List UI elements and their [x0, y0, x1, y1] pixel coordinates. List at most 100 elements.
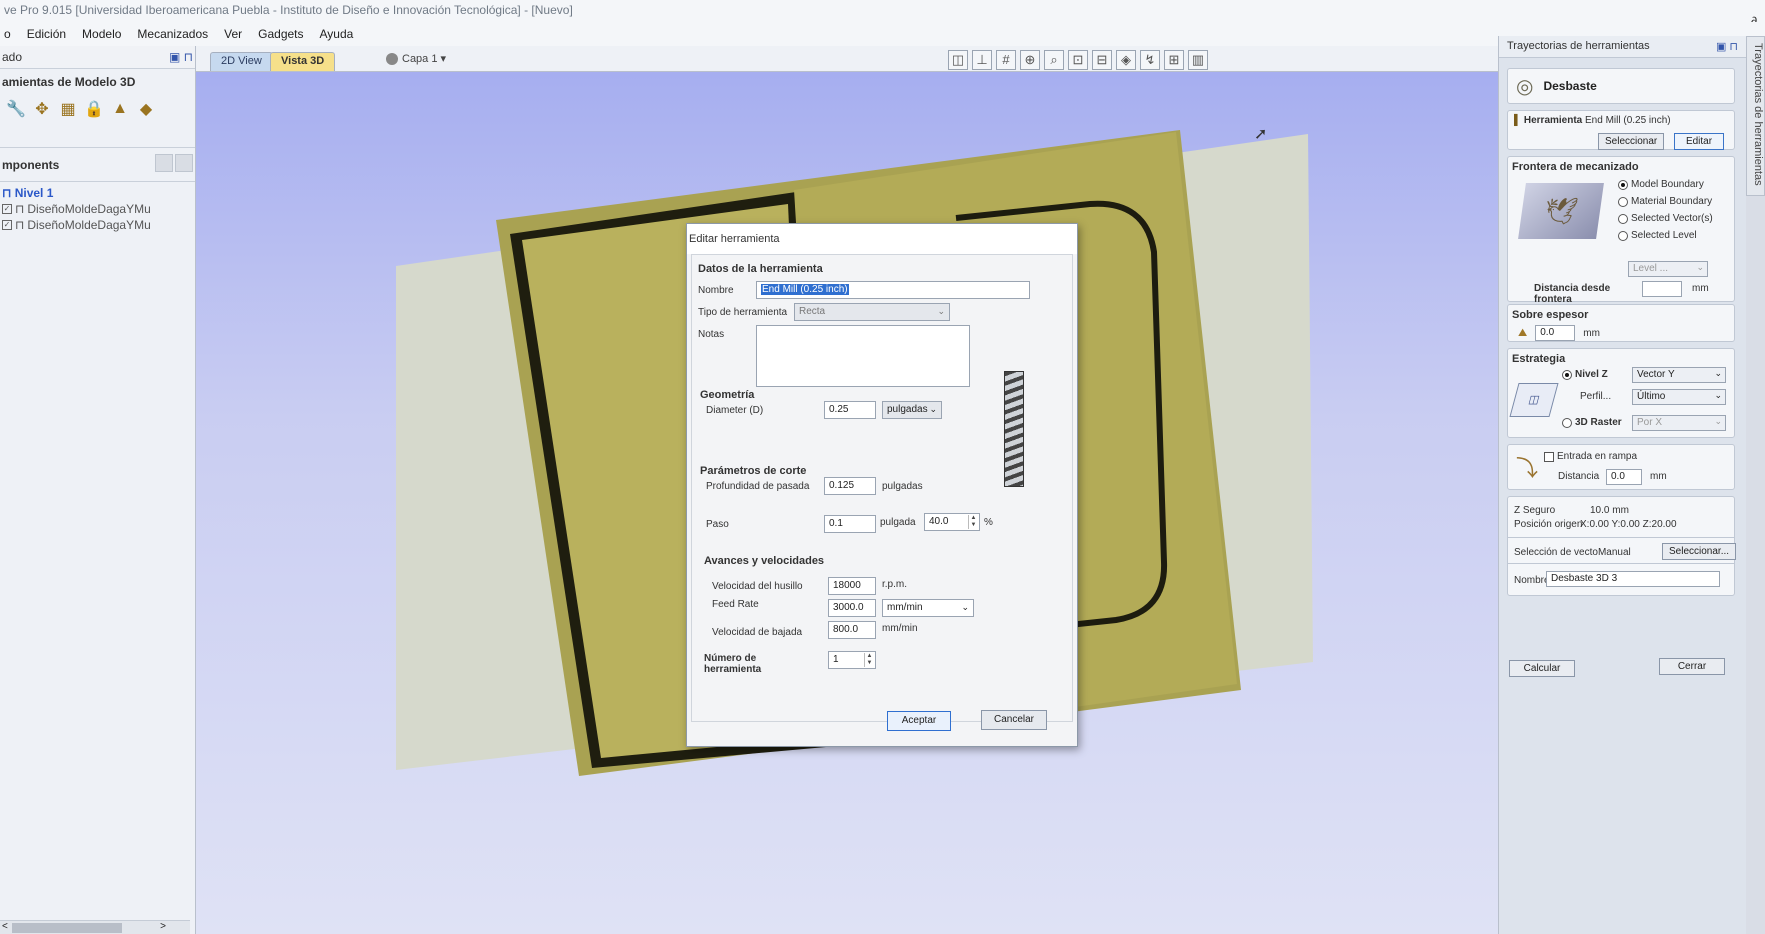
tool-name-input[interactable]: End Mill (0.25 inch): [756, 281, 1030, 299]
radio-label: Selected Vector(s): [1631, 213, 1713, 224]
flatten-icon[interactable]: ◆: [136, 99, 156, 119]
calculate-button[interactable]: Calcular: [1509, 660, 1575, 677]
scroll-left-icon[interactable]: <: [2, 921, 8, 932]
boundary-preview-icon: 🕊: [1518, 183, 1604, 239]
sculpt-icon[interactable]: ▲: [110, 99, 130, 119]
left-panel-scrollbar[interactable]: < >: [0, 920, 190, 934]
feed-rate-unit-select[interactable]: mm/min ⌄: [882, 599, 974, 617]
layout-icon[interactable]: ▥: [1188, 50, 1208, 70]
wrench-icon[interactable]: 🔧: [6, 99, 26, 119]
spinner-icon[interactable]: ▲ ▼: [864, 653, 874, 667]
tool-type-select[interactable]: Recta ⌄: [794, 303, 950, 321]
mouse-cursor-icon: ➚: [1254, 126, 1268, 143]
zoom-out-icon[interactable]: ⊟: [1092, 50, 1112, 70]
menu-edit[interactable]: Edición: [27, 27, 66, 41]
view-axis-icon[interactable]: ⊥: [972, 50, 992, 70]
z-level-select[interactable]: Vector Y ⌄: [1632, 367, 1726, 383]
ramp-checkbox[interactable]: Entrada en rampa: [1544, 451, 1637, 462]
layer-selector[interactable]: Capa 1 ▾: [386, 52, 446, 65]
raster-select[interactable]: Por X ⌄: [1632, 415, 1726, 431]
toolpaths-vertical-tab[interactable]: Trayectorias de herramientas: [1746, 36, 1765, 196]
diameter-unit-select[interactable]: pulgadas ⌄: [882, 401, 942, 419]
tab-3d-view[interactable]: Vista 3D: [270, 52, 336, 71]
menu-gadgets[interactable]: Gadgets: [258, 27, 303, 41]
feed-rate-input[interactable]: 3000.0: [828, 599, 876, 617]
menu-model[interactable]: Modelo: [82, 27, 121, 41]
panel-pin-icon[interactable]: ▣ ⊓: [1716, 40, 1738, 53]
radio-model-boundary[interactable]: Model Boundary: [1618, 179, 1713, 190]
edit-tool-button[interactable]: Editar: [1674, 133, 1724, 150]
radio-off-icon[interactable]: [1618, 230, 1628, 241]
checkbox-icon[interactable]: ✓: [2, 220, 12, 230]
cancel-button[interactable]: Cancelar: [981, 710, 1047, 730]
zoom-box-icon[interactable]: ⊡: [1068, 50, 1088, 70]
zoom-in-icon[interactable]: ⌕: [1044, 50, 1064, 70]
radio-selected-vectors[interactable]: Selected Vector(s): [1618, 213, 1713, 224]
radio-off-icon[interactable]: [1562, 417, 1572, 428]
component-down-button[interactable]: [175, 154, 193, 172]
toolpath-name-input[interactable]: Desbaste 3D 3: [1546, 571, 1720, 587]
level-select[interactable]: Level ... ⌄: [1628, 261, 1708, 277]
scroll-right-icon[interactable]: >: [160, 921, 166, 932]
components-header: mponents: [0, 147, 195, 182]
radio-on-icon[interactable]: [1618, 179, 1628, 190]
checkbox-icon[interactable]: [1544, 451, 1554, 462]
plunge-rate-input[interactable]: 800.0: [828, 621, 876, 639]
diameter-label: Diameter (D): [706, 405, 764, 416]
radio-off-icon[interactable]: [1618, 196, 1628, 207]
diameter-input[interactable]: 0.25: [824, 401, 876, 419]
ramp-distance-label: Distancia: [1558, 471, 1600, 482]
tree-item[interactable]: ✓ ⊓ DiseñoMoldeDagaYMu: [2, 218, 193, 232]
split-view-icon[interactable]: ⊞: [1164, 50, 1184, 70]
ramp-distance-input[interactable]: 0.0: [1606, 469, 1642, 485]
menu-help[interactable]: Ayuda: [320, 27, 354, 41]
toolpath-display-icon[interactable]: ↯: [1140, 50, 1160, 70]
radio-off-icon[interactable]: [1618, 213, 1628, 224]
spindle-speed-input[interactable]: 18000: [828, 577, 876, 595]
view-iso-icon[interactable]: ◫: [948, 50, 968, 70]
allowance-input[interactable]: 0.0: [1535, 325, 1576, 341]
ramp-icon: ⤵: [1516, 456, 1539, 481]
vector-select-button[interactable]: Seleccionar...: [1662, 543, 1737, 560]
distance-from-boundary-input[interactable]: [1642, 281, 1682, 297]
menu-machining[interactable]: Mecanizados: [137, 27, 208, 41]
move-icon[interactable]: ✥: [32, 99, 52, 119]
radio-3d-raster[interactable]: 3D Raster: [1562, 417, 1622, 428]
menu-file[interactable]: o: [4, 27, 11, 41]
render-mode-icon[interactable]: ◈: [1116, 50, 1136, 70]
lock-icon[interactable]: 🔒: [84, 99, 104, 119]
zoom-fit-icon[interactable]: ⊕: [1020, 50, 1040, 70]
roughing-icon: ◎: [1516, 75, 1534, 98]
stepover-input[interactable]: 0.1: [824, 515, 876, 533]
ok-button[interactable]: Aceptar: [887, 711, 951, 731]
notes-textarea[interactable]: [756, 325, 970, 387]
tool-number-input[interactable]: 1 ▲ ▼: [828, 651, 876, 669]
pin-icon[interactable]: ▣ ⊓: [169, 50, 193, 64]
scroll-thumb[interactable]: [12, 923, 122, 933]
edit-tool-dialog: Editar herramienta Datos de la herramien…: [686, 223, 1078, 747]
spinner-icon[interactable]: ▲ ▼: [968, 515, 978, 529]
profile-label: Perfil...: [1580, 391, 1612, 402]
select-tool-button[interactable]: Seleccionar: [1598, 133, 1665, 150]
menu-view[interactable]: Ver: [224, 27, 242, 41]
tab-2d-view[interactable]: 2D View: [210, 52, 273, 71]
tree-item[interactable]: ✓ ⊓ DiseñoMoldeDagaYMu: [2, 202, 193, 216]
radio-z-level[interactable]: Nivel Z: [1562, 369, 1608, 380]
stepover-percent-input[interactable]: 40.0 ▲ ▼: [924, 513, 980, 531]
radio-selected-level[interactable]: Selected Level: [1618, 230, 1713, 241]
view-toolbar: ◫ ⊥ # ⊕ ⌕ ⊡ ⊟ ◈ ↯ ⊞ ▥: [948, 50, 1208, 70]
tree-level[interactable]: ⊓ Nivel 1: [2, 186, 193, 200]
close-button[interactable]: Cerrar: [1659, 658, 1725, 675]
tree-item-label: DiseñoMoldeDagaYMu: [27, 218, 151, 232]
profile-select[interactable]: Último ⌄: [1632, 389, 1726, 405]
component-up-button[interactable]: [155, 154, 173, 172]
grid-icon[interactable]: #: [996, 50, 1016, 70]
z-safe-value: 10.0 mm: [1590, 505, 1629, 516]
radio-on-icon[interactable]: [1562, 369, 1572, 380]
chevron-down-icon: ⌄: [937, 306, 945, 316]
pass-depth-input[interactable]: 0.125: [824, 477, 876, 495]
tool-type-label: Tipo de herramienta: [698, 307, 788, 318]
checkbox-icon[interactable]: ✓: [2, 204, 12, 214]
texture-icon[interactable]: ▦: [58, 99, 78, 119]
radio-material-boundary[interactable]: Material Boundary: [1618, 196, 1713, 207]
